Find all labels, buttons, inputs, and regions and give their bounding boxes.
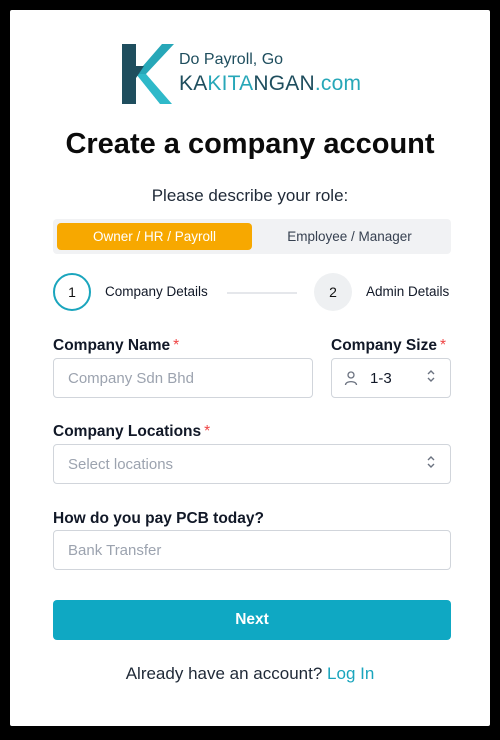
role-option-owner-hr-payroll[interactable]: Owner / HR / Payroll: [57, 223, 252, 250]
kakitangan-logo-icon: [122, 44, 174, 104]
step-1-label: Company Details: [105, 284, 208, 299]
required-mark: *: [173, 337, 180, 354]
company-name-placeholder: Company Sdn Bhd: [68, 369, 194, 387]
step-connector: [227, 292, 297, 294]
company-locations-placeholder: Select locations: [68, 455, 174, 473]
company-locations-select[interactable]: Select locations: [53, 444, 451, 484]
step-2-indicator: 2: [314, 273, 352, 311]
chevron-up-down-icon: [426, 369, 436, 387]
company-locations-label-text: Company Locations: [53, 423, 202, 440]
logo-brand-part4: .com: [314, 72, 362, 95]
logo-brand: KAKITANGAN.com: [179, 72, 361, 96]
login-link[interactable]: Log In: [327, 664, 374, 683]
page-title: Create a company account: [65, 128, 435, 160]
pcb-payment-placeholder: Bank Transfer: [68, 541, 162, 559]
login-prompt: Already have an account? Log In: [10, 664, 490, 684]
logo-brand-part3: NGAN: [253, 72, 315, 95]
step-2-label: Admin Details: [366, 284, 450, 299]
kakitangan-logo: Do Payroll, Go KAKITANGAN.com: [122, 44, 392, 108]
logo-brand-part2: KITA: [207, 72, 254, 95]
logo-brand-part1: KA: [179, 72, 208, 95]
login-prompt-text: Already have an account?: [125, 664, 323, 683]
company-size-label-text: Company Size: [331, 337, 437, 354]
step-1-indicator: 1: [53, 273, 91, 311]
role-toggle: Owner / HR / Payroll Employee / Manager: [53, 219, 451, 254]
required-mark: *: [439, 337, 446, 354]
company-name-label: Company Name *: [53, 337, 179, 355]
company-size-value: 1-3: [370, 369, 392, 387]
signup-card: Do Payroll, Go KAKITANGAN.com Create a c…: [10, 10, 490, 726]
company-size-select[interactable]: 1-3: [331, 358, 451, 398]
company-name-label-text: Company Name: [53, 337, 171, 354]
stepper: 1 Company Details 2 Admin Details: [53, 273, 453, 313]
pcb-payment-input[interactable]: Bank Transfer: [53, 530, 451, 570]
role-prompt: Please describe your role:: [151, 186, 349, 205]
company-locations-label: Company Locations *: [53, 423, 210, 441]
chevron-up-down-icon: [426, 455, 436, 473]
next-button[interactable]: Next: [53, 600, 451, 640]
company-size-label: Company Size *: [331, 337, 446, 355]
company-name-input[interactable]: Company Sdn Bhd: [53, 358, 313, 398]
logo-tagline: Do Payroll, Go: [179, 51, 284, 68]
role-option-employee-manager[interactable]: Employee / Manager: [252, 223, 447, 250]
required-mark: *: [204, 423, 211, 440]
pcb-payment-label: How do you pay PCB today?: [53, 510, 264, 527]
user-icon: [344, 370, 358, 386]
